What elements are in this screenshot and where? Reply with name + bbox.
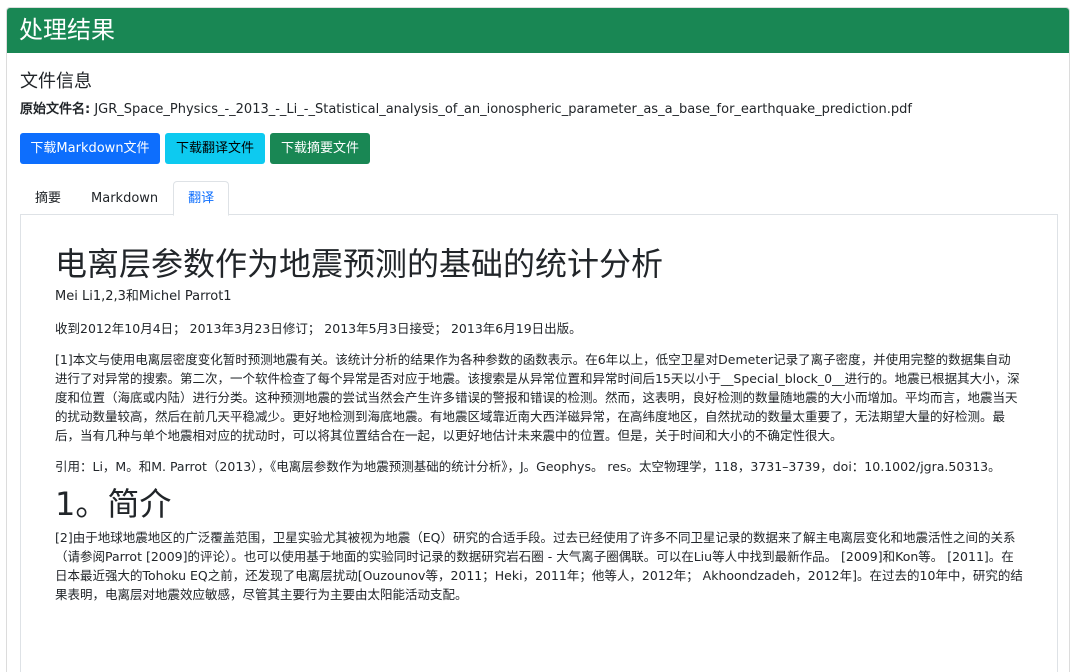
result-card: 处理结果 文件信息 原始文件名: JGR_Space_Physics_-_201… (6, 7, 1070, 672)
tab-translation[interactable]: 翻译 (173, 181, 230, 216)
tab-markdown[interactable]: Markdown (76, 181, 173, 215)
original-filename-label: 原始文件名: (20, 102, 91, 117)
section-heading: 1。简介 (55, 485, 172, 523)
translation-content: 电离层参数作为地震预测的基础的统计分析 Mei Li1,2,3和Michel P… (20, 215, 1058, 672)
tab-summary[interactable]: 摘要 (20, 181, 76, 215)
document-dates: 收到2012年10月4日； 2013年3月23日修订； 2013年5月3日接受；… (55, 321, 582, 336)
original-filename-value: JGR_Space_Physics_-_2013_-_Li_-_Statisti… (90, 102, 913, 117)
download-markdown-button[interactable]: 下载Markdown文件 (20, 133, 160, 164)
document-authors: Mei Li1,2,3和Michel Parrot1 (55, 289, 232, 304)
original-filename: 原始文件名: JGR_Space_Physics_-_2013_-_Li_-_S… (20, 98, 912, 117)
document-abstract: [1]本文与使用电离层密度变化暂时预测地震有关。该统计分析的结果作为各种参数的函… (55, 352, 1020, 443)
document-citation: 引用：Li，M。和M. Parrot（2013），《电离层参数作为地震预测基础的… (55, 459, 1001, 474)
download-buttons: 下载Markdown文件 下载翻译文件 下载摘要文件 (20, 133, 370, 164)
page-title: 处理结果 (19, 16, 115, 44)
download-translation-button[interactable]: 下载翻译文件 (165, 133, 265, 164)
section-paragraph: [2]由于地球地震地区的广泛覆盖范围，卫星实验尤其被视为地震（EQ）研究的合适手… (55, 530, 1023, 602)
document-title: 电离层参数作为地震预测的基础的统计分析 (55, 245, 664, 283)
page-header: 处理结果 (7, 8, 1069, 53)
file-info-title: 文件信息 (20, 71, 92, 92)
download-summary-button[interactable]: 下载摘要文件 (270, 133, 370, 164)
result-tabs: 摘要 Markdown 翻译 (20, 181, 1058, 216)
